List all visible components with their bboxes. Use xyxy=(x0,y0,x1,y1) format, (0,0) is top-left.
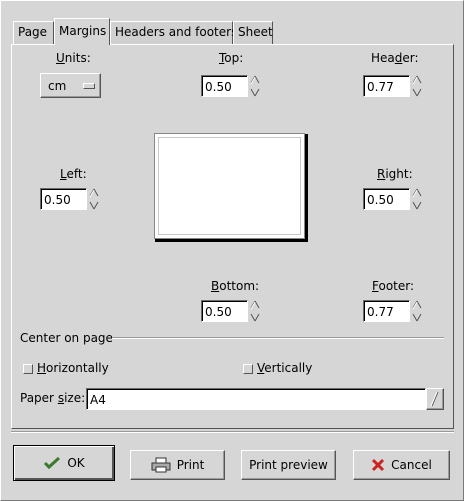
center-on-page-title: Center on page xyxy=(20,331,113,345)
spin-arrows-icon[interactable] xyxy=(412,188,422,210)
cancel-button[interactable]: Cancel xyxy=(353,450,450,480)
bottom-spin[interactable] xyxy=(201,300,261,322)
center-separator xyxy=(112,337,444,339)
tab-page[interactable]: Page xyxy=(13,21,54,44)
spin-arrows-icon[interactable] xyxy=(250,300,260,322)
ok-button[interactable]: OK xyxy=(13,445,115,481)
right-label: Right: xyxy=(377,167,413,181)
print-button[interactable]: Print xyxy=(130,450,225,480)
tab-margins-label: Margins xyxy=(59,24,107,38)
spin-arrows-icon[interactable] xyxy=(412,300,422,322)
tab-margins[interactable]: Margins xyxy=(54,18,110,45)
vertically-checkbox[interactable] xyxy=(243,364,253,374)
right-spin[interactable] xyxy=(363,188,423,210)
left-label: Left: xyxy=(60,167,87,181)
bottom-input[interactable] xyxy=(201,300,248,322)
print-preview-label: Print preview xyxy=(249,458,328,472)
left-spin[interactable] xyxy=(40,188,100,210)
header-spin[interactable] xyxy=(363,75,423,97)
header-label: Header: xyxy=(371,51,419,65)
paper-size-label: Paper size: xyxy=(20,391,86,405)
spin-arrows-icon[interactable] xyxy=(250,75,260,97)
dropdown-arrow-icon xyxy=(430,391,439,407)
right-input[interactable] xyxy=(363,188,410,210)
print-label: Print xyxy=(176,458,205,472)
footer-spin[interactable] xyxy=(363,300,423,322)
left-input[interactable] xyxy=(40,188,87,210)
top-label: Top: xyxy=(219,51,244,65)
horizontally-checkbox[interactable] xyxy=(23,364,33,374)
spin-arrows-icon[interactable] xyxy=(89,188,99,210)
units-value: cm xyxy=(48,78,67,93)
bottom-label: Bottom: xyxy=(211,279,260,293)
ok-label: OK xyxy=(67,456,85,470)
option-menu-indicator-icon xyxy=(83,83,95,89)
paper-size-combo-entry[interactable] xyxy=(86,388,426,410)
horizontally-label[interactable]: Horizontally xyxy=(37,361,109,375)
spin-arrows-icon[interactable] xyxy=(412,75,422,97)
header-input[interactable] xyxy=(363,75,410,97)
paper-size-dropdown-button[interactable] xyxy=(426,388,444,410)
tab-sheet-label: Sheet xyxy=(238,25,273,39)
button-area-separator xyxy=(11,431,454,433)
margin-outline xyxy=(158,137,301,235)
footer-label: Footer: xyxy=(372,279,415,293)
tab-headers-label: Headers and footers xyxy=(115,25,238,39)
top-input[interactable] xyxy=(201,75,248,97)
vertically-label[interactable]: Vertically xyxy=(257,361,312,375)
footer-input[interactable] xyxy=(363,300,410,322)
page-preview xyxy=(154,133,305,239)
cancel-label: Cancel xyxy=(391,458,432,472)
top-spin[interactable] xyxy=(201,75,261,97)
x-icon xyxy=(372,458,385,472)
units-label: Units: xyxy=(56,51,91,65)
tab-headers-and-footers[interactable]: Headers and footers xyxy=(110,21,237,44)
units-select[interactable]: cm xyxy=(40,73,101,98)
check-icon xyxy=(44,456,61,470)
printer-icon xyxy=(151,457,171,473)
print-preview-button[interactable]: Print preview xyxy=(241,450,336,480)
tab-sheet[interactable]: Sheet xyxy=(233,21,273,44)
tab-page-label: Page xyxy=(18,25,48,39)
